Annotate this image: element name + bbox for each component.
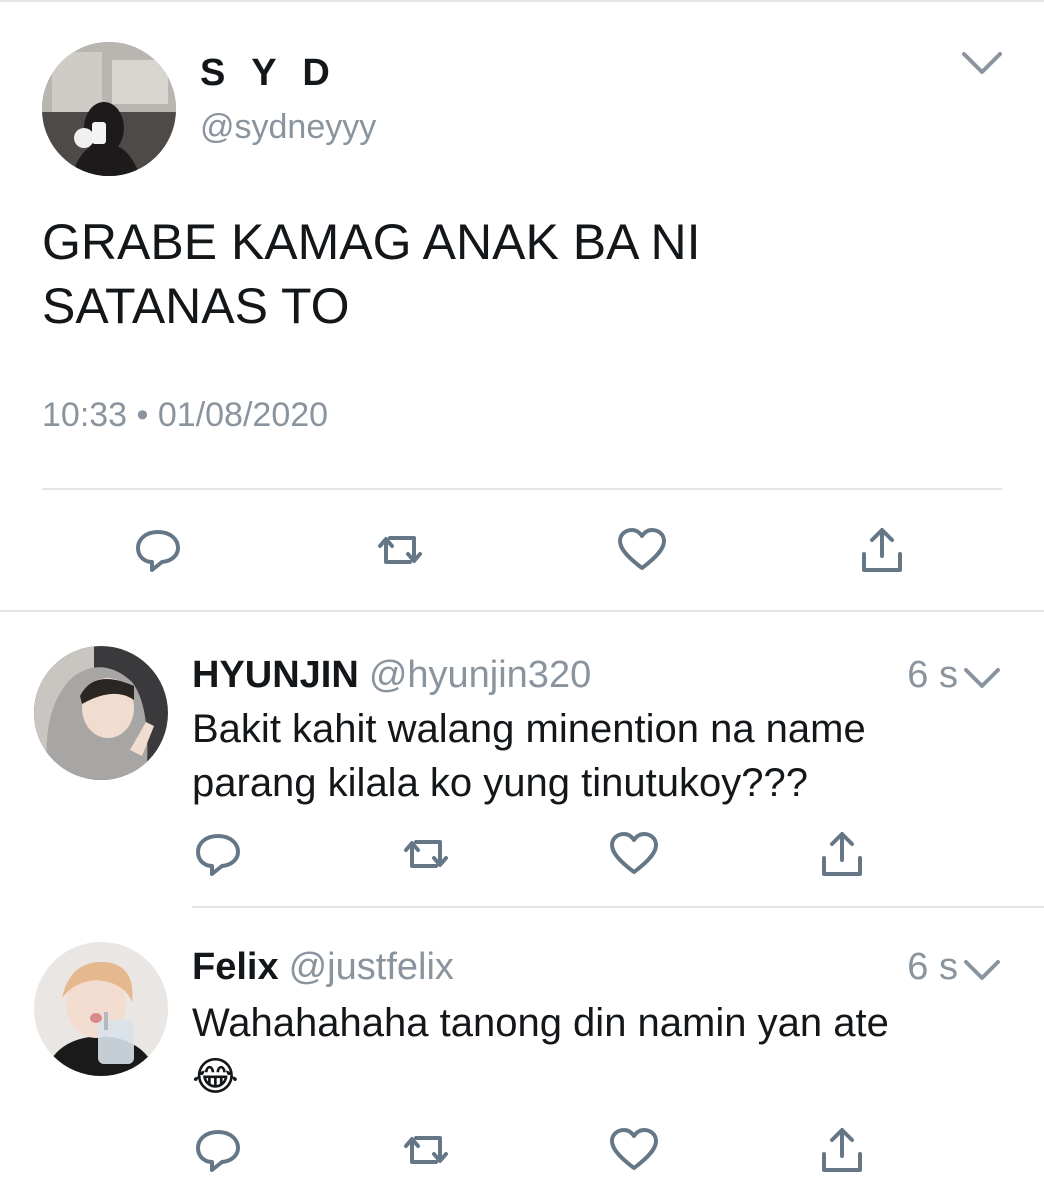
- reply-header: Felix @justfelix: [192, 946, 454, 989]
- avatar-photo: [34, 646, 168, 780]
- divider: [42, 488, 1002, 490]
- emoji-tears-of-joy-icon: 😂: [192, 1055, 239, 1099]
- tweet-text: GRABE KAMAG ANAK BA NI SATANAS TO: [42, 210, 1002, 338]
- display-name[interactable]: S Y D: [200, 52, 338, 95]
- display-name[interactable]: Felix: [192, 946, 279, 988]
- tweet-actions: [0, 1120, 1044, 1180]
- tweet-actions: [0, 520, 1044, 580]
- tweet-timestamp[interactable]: 10:33 • 01/08/2020: [42, 396, 328, 435]
- retweet-icon[interactable]: [370, 520, 430, 580]
- avatar-photo: [34, 942, 168, 1076]
- chevron-down-icon[interactable]: [962, 956, 1002, 984]
- like-icon[interactable]: [612, 520, 672, 580]
- avatar[interactable]: [34, 942, 168, 1076]
- tweet-text: Wahahahaha tanong din namin yan ate 😂: [192, 996, 1012, 1104]
- reply-icon[interactable]: [188, 1120, 248, 1180]
- avatar[interactable]: [42, 42, 176, 176]
- reply-header: HYUNJIN @hyunjin320: [192, 654, 591, 697]
- avatar-photo: [42, 42, 176, 176]
- user-handle[interactable]: @hyunjin320: [369, 654, 591, 696]
- tweet-text-line: parang kilala ko yung tinutukoy???: [192, 761, 808, 805]
- reply-icon[interactable]: [128, 520, 188, 580]
- reply-tweet[interactable]: Felix @justfelix 6 s Wahahahaha tanong di…: [0, 910, 1044, 1200]
- reply-timestamp: 6 s: [907, 946, 958, 988]
- tweet-actions: [0, 824, 1044, 884]
- retweet-icon[interactable]: [396, 824, 456, 884]
- display-name[interactable]: HYUNJIN: [192, 654, 359, 696]
- reply-tweet[interactable]: HYUNJIN @hyunjin320 6 s Bakit kahit walan…: [0, 612, 1044, 910]
- tweet-text: Bakit kahit walang minention na name par…: [192, 702, 1012, 810]
- chevron-down-icon[interactable]: [962, 664, 1002, 692]
- user-handle[interactable]: @justfelix: [289, 946, 454, 988]
- user-handle[interactable]: @sydneyyy: [200, 108, 376, 147]
- like-icon[interactable]: [604, 1120, 664, 1180]
- divider: [192, 906, 1044, 908]
- share-icon[interactable]: [812, 1120, 872, 1180]
- avatar[interactable]: [34, 646, 168, 780]
- retweet-icon[interactable]: [396, 1120, 456, 1180]
- reply-timestamp: 6 s: [907, 654, 958, 696]
- share-icon[interactable]: [812, 824, 872, 884]
- reply-icon[interactable]: [188, 824, 248, 884]
- chevron-down-icon[interactable]: [960, 48, 1004, 78]
- main-tweet: S Y D @sydneyyy GRABE KAMAG ANAK BA NI S…: [0, 0, 1044, 612]
- tweet-text-line: GRABE KAMAG ANAK BA NI: [42, 214, 701, 270]
- tweet-text-line: Bakit kahit walang minention na name: [192, 707, 866, 751]
- tweet-text-line: SATANAS TO: [42, 278, 350, 334]
- share-icon[interactable]: [852, 520, 912, 580]
- like-icon[interactable]: [604, 824, 664, 884]
- tweet-text-line: Wahahahaha tanong din namin yan ate: [192, 1001, 889, 1045]
